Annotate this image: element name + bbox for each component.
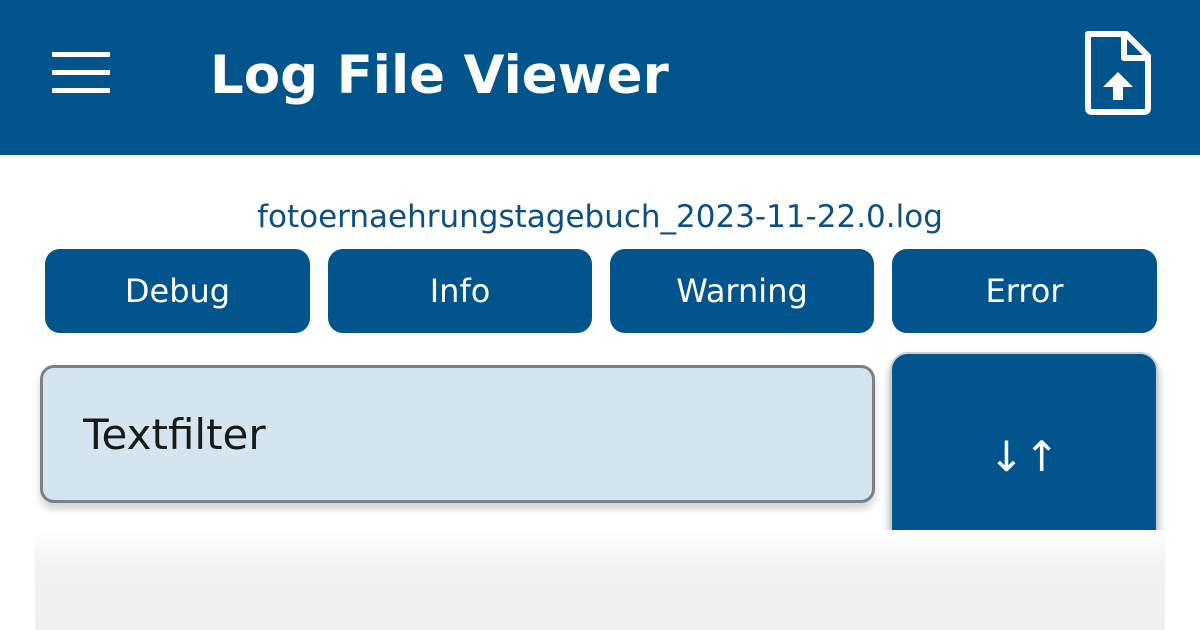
text-filter-input[interactable]: [40, 365, 875, 503]
sort-order-button[interactable]: ↓↑: [890, 352, 1158, 557]
app-title: Log File Viewer: [210, 45, 669, 106]
app-bar: Log File Viewer: [0, 0, 1200, 155]
file-upload-icon[interactable]: [1082, 30, 1154, 116]
warning-filter-button[interactable]: Warning: [610, 249, 874, 333]
log-file-name: fotoernaehrungstagebuch_2023-11-22.0.log: [257, 199, 943, 235]
error-filter-button[interactable]: Error: [892, 249, 1157, 333]
debug-filter-button[interactable]: Debug: [45, 249, 310, 333]
info-filter-button[interactable]: Info: [328, 249, 592, 333]
log-list-area: [35, 530, 1165, 630]
menu-icon[interactable]: [52, 52, 110, 94]
